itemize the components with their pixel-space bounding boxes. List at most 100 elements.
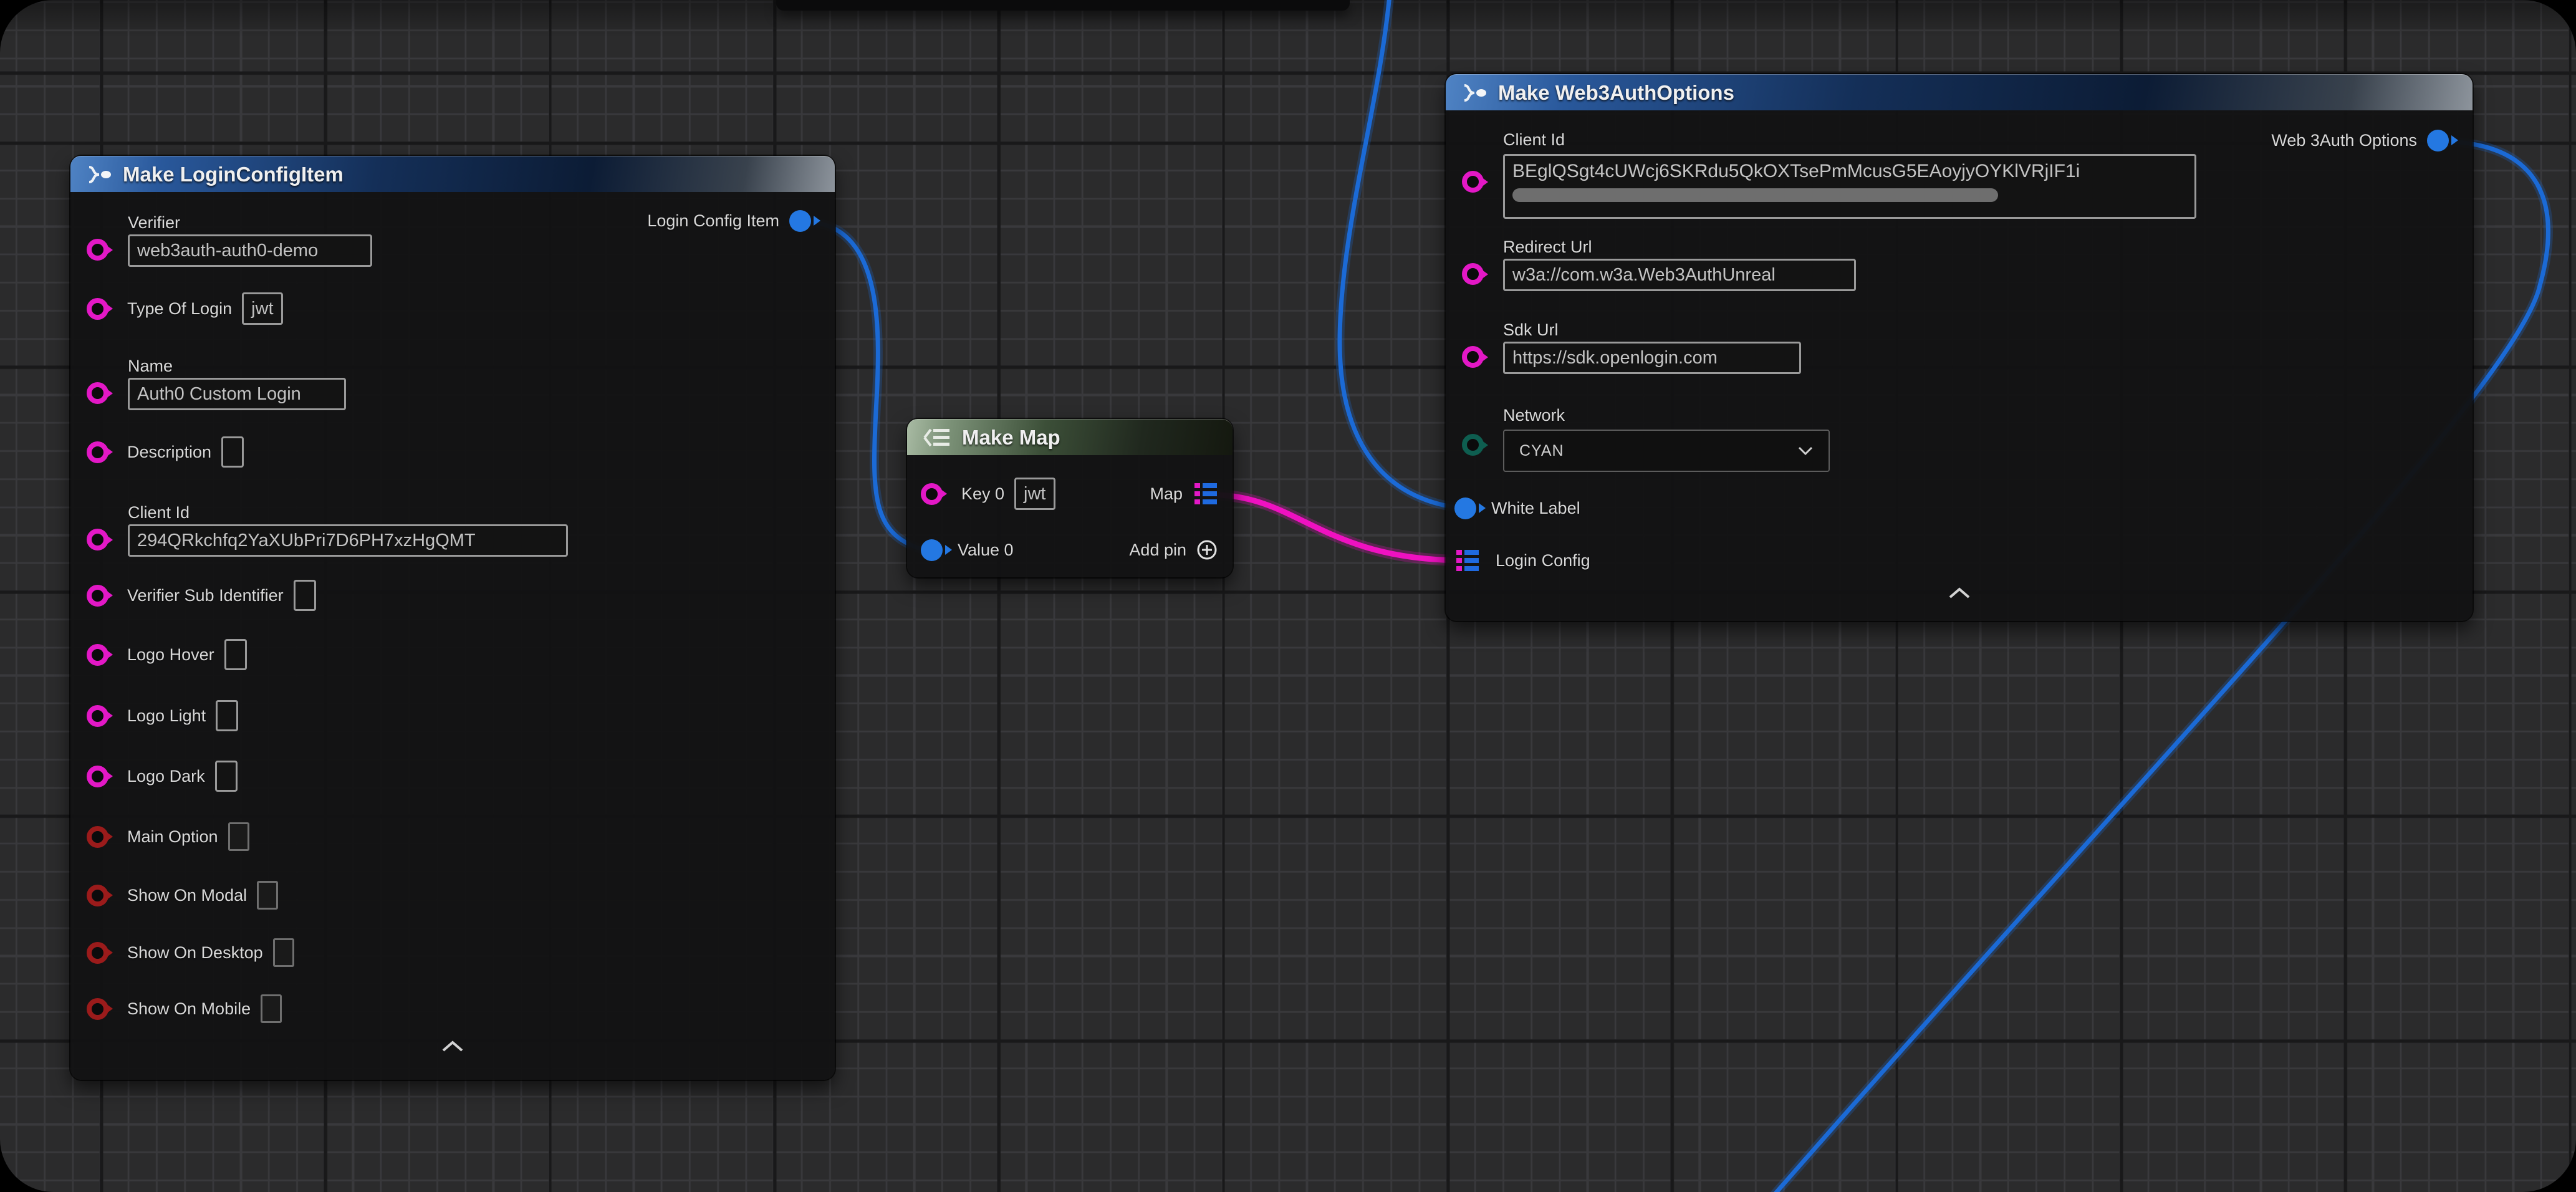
logo-dark-input[interactable] [215,761,238,792]
pin-map-output[interactable] [1193,481,1219,507]
pin-show-on-modal[interactable] [87,885,108,906]
pin-key0[interactable] [921,483,943,505]
pin-redirect-url[interactable] [1462,263,1484,285]
pin-web3auth-options-output[interactable] [2427,130,2449,151]
pin-label-login-config: Login Config [1496,551,1590,570]
logo-light-input[interactable] [216,700,238,731]
row-verifier-sub-identifier: Verifier Sub Identifier [87,579,316,612]
network-dropdown[interactable]: CYAN [1503,430,1830,472]
pin-logo-light[interactable] [87,705,108,727]
row-main-option: Main Option [87,820,249,853]
make-struct-icon [84,164,113,185]
main-option-checkbox[interactable] [228,822,249,851]
pin-label-verifier-sub-identifier: Verifier Sub Identifier [127,586,284,605]
pin-show-on-mobile[interactable] [87,998,108,1020]
pin-label-verifier: Verifier [128,213,180,233]
key0-input[interactable]: jwt [1014,478,1055,510]
network-selected-value: CYAN [1519,442,1564,460]
row-type-of-login: Type Of Login jwt [87,292,283,325]
pin-label-sdk-url: Sdk Url [1503,320,1559,340]
collapse-chevron-icon[interactable] [441,1040,464,1052]
row-show-on-desktop: Show On Desktop [87,936,294,969]
verifier-sub-identifier-input[interactable] [294,580,316,611]
client-id-scrollbar[interactable] [1512,188,1998,202]
node-header[interactable]: Make Web3AuthOptions [1446,74,2473,110]
blueprint-editor: Make LoginConfigItem Login Config Item V… [0,0,2576,1192]
node-header[interactable]: Make Map [907,419,1233,455]
pin-network[interactable] [1462,434,1484,456]
row-show-on-modal: Show On Modal [87,879,278,911]
pin-label-type-of-login: Type Of Login [127,299,232,319]
row-map-output: Map [1150,478,1219,510]
sdk-url-input[interactable]: https://sdk.openlogin.com [1503,342,1801,374]
pin-white-label[interactable] [1454,497,1476,519]
output-row-login-config-item: Login Config Item [647,204,816,237]
description-input[interactable] [221,436,244,468]
row-logo-dark: Logo Dark [87,760,238,792]
redirect-url-input[interactable]: w3a://com.w3a.Web3AuthUnreal [1503,259,1856,291]
pin-client-id[interactable] [87,529,108,550]
pin-login-config-item-output[interactable] [789,210,811,232]
pin-label-value0: Value 0 [958,541,1014,560]
row-logo-light: Logo Light [87,699,238,732]
pin-label-description: Description [127,443,211,462]
pin-description[interactable] [87,441,108,463]
node-title: Make Map [962,426,1060,449]
add-pin-label: Add pin [1129,541,1186,560]
show-on-mobile-checkbox[interactable] [261,994,282,1023]
pin-label-client-id: Client Id [1503,130,1565,150]
pin-sdk-url[interactable] [1462,346,1484,368]
output-pin-label: Login Config Item [647,211,779,231]
row-login-config: Login Config [1454,544,1590,577]
row-white-label: White Label [1454,492,1580,524]
pin-show-on-desktop[interactable] [87,942,108,964]
add-pin-icon [1195,538,1219,562]
node-make-loginconfigitem[interactable]: Make LoginConfigItem Login Config Item V… [70,156,835,1080]
show-on-desktop-checkbox[interactable] [273,938,294,967]
client-id-input[interactable]: 294QRkchfq2YaXUbPri7D6PH7xzHgQMT [128,524,568,557]
node-title: Make LoginConfigItem [123,163,344,186]
dropdown-chevron-icon [1797,446,1814,456]
type-of-login-input[interactable]: jwt [242,292,282,325]
collapse-row [70,1040,835,1052]
node-header[interactable]: Make LoginConfigItem [70,156,835,192]
pin-label-client-id: Client Id [128,503,190,522]
node-make-map[interactable]: Make Map Key 0 jwt Map Value 0 Add pin [907,419,1233,577]
pin-type-of-login[interactable] [87,298,108,320]
pin-value0[interactable] [921,539,943,561]
client-id-input[interactable]: BEglQSgt4cUWcj6SKRdu5QkOXTsePmMcusG5EAoy… [1503,154,2196,219]
output-pin-label: Web 3Auth Options [2271,131,2417,150]
wire-top-to-whitelabel[interactable] [1340,0,1461,508]
node-title: Make Web3AuthOptions [1498,81,1734,105]
pin-label-logo-hover: Logo Hover [127,645,214,665]
pin-label-key0: Key 0 [961,484,1004,504]
pin-client-id[interactable] [1462,171,1484,193]
blueprint-canvas[interactable]: Make LoginConfigItem Login Config Item V… [0,0,2576,1192]
verifier-input[interactable]: web3auth-auth0-demo [128,234,372,267]
collapse-chevron-icon[interactable] [1948,587,1971,599]
pin-main-option[interactable] [87,826,108,848]
name-input[interactable]: Auth0 Custom Login [128,378,346,410]
row-key0: Key 0 jwt [921,478,1055,510]
pin-verifier[interactable] [87,239,108,261]
pin-verifier-sub-identifier[interactable] [87,585,108,607]
node-make-web3authoptions[interactable]: Make Web3AuthOptions Web 3Auth Options C… [1446,74,2473,621]
pin-label-logo-dark: Logo Dark [127,767,205,786]
row-logo-hover: Logo Hover [87,638,247,671]
pin-label-name: Name [128,357,173,376]
pin-logo-dark[interactable] [87,766,108,787]
add-pin-button[interactable]: Add pin [1129,534,1219,566]
pin-login-config[interactable] [1454,547,1481,574]
pin-label-show-on-desktop: Show On Desktop [127,943,263,963]
pin-name[interactable] [87,382,108,404]
pin-label-redirect-url: Redirect Url [1503,238,1592,257]
pin-label-show-on-mobile: Show On Mobile [127,999,251,1019]
output-row-web3auth-options: Web 3Auth Options [2271,124,2454,156]
pin-label-logo-light: Logo Light [127,706,206,726]
logo-hover-input[interactable] [224,639,247,670]
pin-logo-hover[interactable] [87,644,108,666]
show-on-modal-checkbox[interactable] [257,881,278,910]
pin-label-network: Network [1503,406,1565,425]
output-pin-label: Map [1150,484,1183,504]
row-show-on-mobile: Show On Mobile [87,993,282,1025]
